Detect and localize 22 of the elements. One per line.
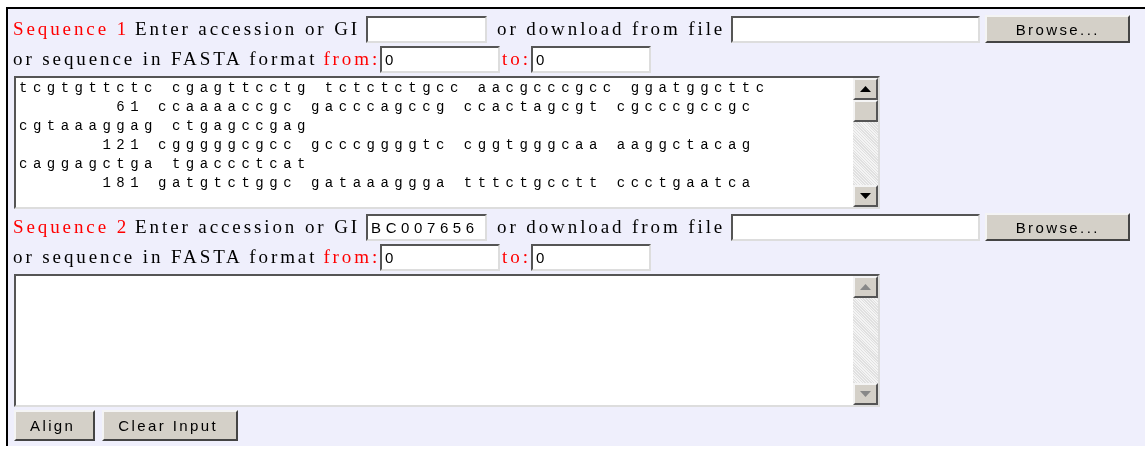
- to-field[interactable]: 0: [530, 45, 651, 73]
- from-label: from:: [323, 246, 381, 268]
- to-label: to:: [502, 246, 531, 268]
- clear-input-button[interactable]: Clear Input: [102, 410, 239, 441]
- accession-label: Enter accession or GI: [135, 18, 361, 40]
- accession-label: Enter accession or GI: [135, 216, 361, 238]
- sequence-label: Sequence 1: [13, 18, 130, 40]
- fasta-label: or sequence in FASTA format: [13, 48, 318, 70]
- browse-button[interactable]: Browse...: [985, 15, 1131, 43]
- from-label: from:: [323, 48, 381, 70]
- accession-field[interactable]: BC007656: [366, 213, 488, 241]
- sequence-label: Sequence 2: [13, 216, 130, 238]
- from-field[interactable]: 0: [380, 243, 501, 271]
- file-label: or download from file: [497, 216, 726, 238]
- from-field[interactable]: 0: [380, 45, 501, 73]
- align-button[interactable]: Align: [14, 410, 96, 441]
- browse-button[interactable]: Browse...: [985, 213, 1131, 241]
- fasta-label: or sequence in FASTA format: [13, 246, 318, 268]
- to-field[interactable]: 0: [530, 243, 651, 271]
- to-label: to:: [502, 48, 531, 70]
- sequence-text-area[interactable]: tcgtgttctc cgagttcctg tctctctgcc aacgcccgcc ggatggcttc 61 ccaaaaccgc gacccagccg ccactagcgt cgcccgccgc cgtaaaggag ctgagccgag 121 cgggggcgcc gcccggggtc cggtgggcaa aaggctacag caggagctga tgaccctcat 181 gatgtctggc gataaaggga tttctgcctt ccctgaatca: [14, 76, 880, 209]
- file-label: or download from file: [497, 18, 726, 40]
